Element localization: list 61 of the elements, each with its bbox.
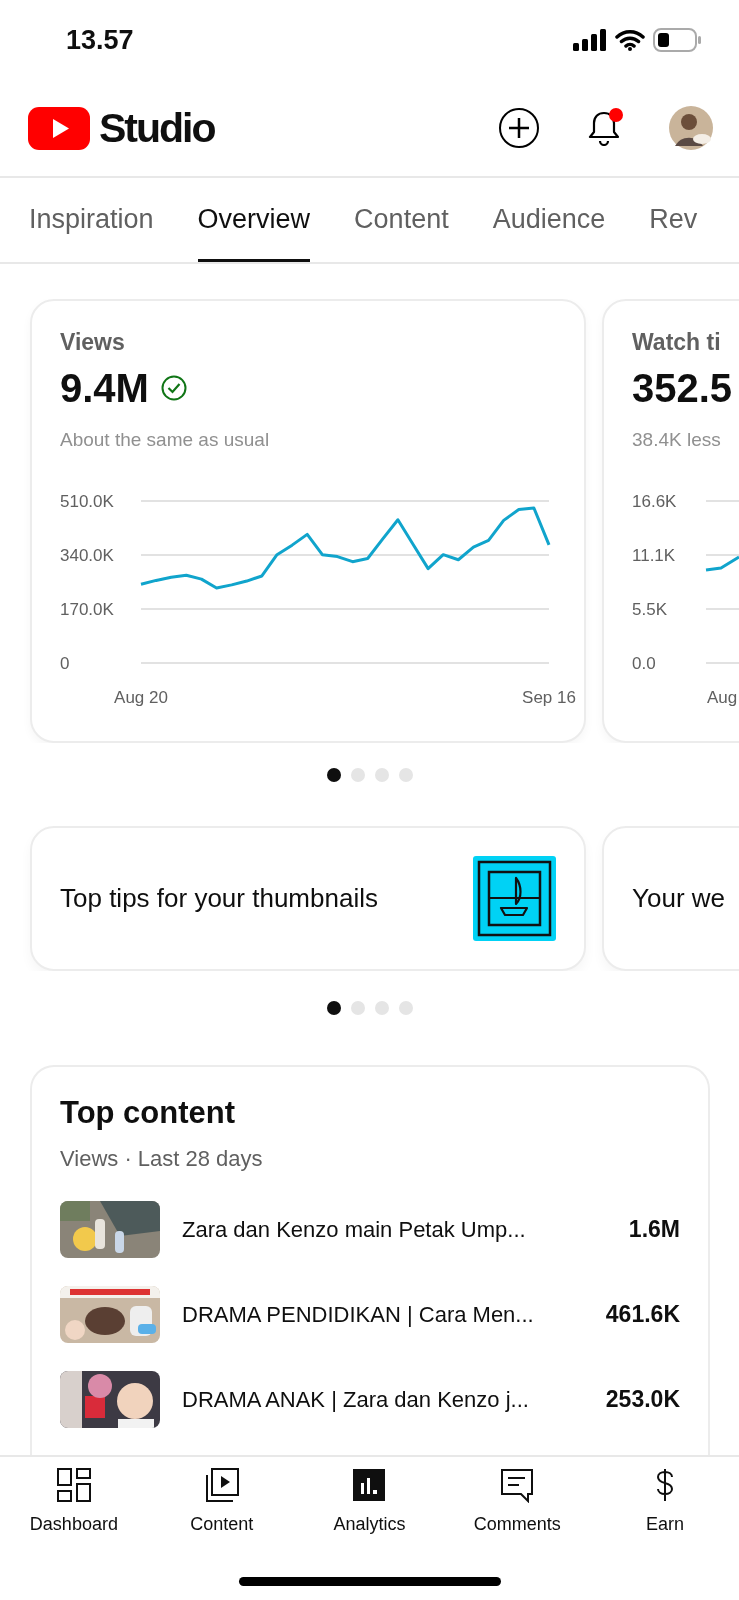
y-axis-label: 170.0K bbox=[60, 599, 114, 619]
tip-card[interactable]: Your we bbox=[602, 826, 739, 971]
dashboard-icon bbox=[55, 1467, 92, 1503]
create-button[interactable] bbox=[499, 108, 539, 148]
wifi-icon bbox=[615, 29, 645, 51]
nav-item[interactable]: Comments bbox=[443, 1467, 592, 1538]
status-time: 13.57 bbox=[66, 23, 134, 57]
y-axis-label: 0 bbox=[60, 653, 70, 673]
content-row[interactable]: Zara dan Kenzo main Petak Ump... 1.6M bbox=[60, 1201, 680, 1258]
metric-card[interactable]: Views 9.4M About the same as usual 510.0K 340.0K 170.0K 0 Aug 20 Sep 16 bbox=[30, 299, 586, 743]
plus-icon bbox=[507, 116, 531, 140]
metric-note: 38.4K less bbox=[632, 428, 721, 452]
section-subtitle: Views · Last 28 days bbox=[60, 1145, 263, 1173]
tip-card[interactable]: Top tips for your thumbnails bbox=[30, 826, 586, 971]
bar-chart-icon bbox=[351, 1467, 388, 1503]
section-title: Top content bbox=[60, 1097, 236, 1128]
tab[interactable]: Rev bbox=[649, 178, 698, 262]
view-count: 253.0K bbox=[605, 1385, 680, 1415]
nav-item[interactable]: Analytics bbox=[295, 1467, 444, 1538]
video-title: Zara dan Kenzo main Petak Ump... bbox=[182, 1216, 527, 1244]
y-axis-label: 510.0K bbox=[60, 491, 114, 511]
check-circle-icon bbox=[160, 375, 187, 401]
tab[interactable]: Audience bbox=[492, 178, 606, 262]
metric-title: Watch ti bbox=[632, 331, 721, 354]
y-axis-label: 340.0K bbox=[60, 545, 114, 565]
metric-note: About the same as usual bbox=[60, 428, 270, 452]
nav-item[interactable]: Dashboard bbox=[0, 1467, 148, 1538]
bell-icon bbox=[588, 110, 620, 146]
avatar[interactable] bbox=[669, 106, 713, 150]
app-title: Studio bbox=[99, 107, 215, 149]
x-axis-label: Aug 20 bbox=[114, 687, 168, 707]
x-axis-label: Sep 16 bbox=[522, 687, 576, 707]
tip-title: Top tips for your thumbnails bbox=[60, 882, 378, 915]
y-axis-label: 11.1K bbox=[632, 545, 676, 565]
metric-value: 9.4M bbox=[60, 368, 149, 408]
content-row[interactable]: DRAMA ANAK | Zara dan Kenzo j... 253.0K bbox=[60, 1371, 680, 1428]
sailboat-picture-icon bbox=[473, 856, 556, 941]
sparkline bbox=[705, 555, 739, 571]
metric-title: Views bbox=[60, 331, 125, 354]
battery-icon bbox=[653, 28, 701, 52]
signal-icon bbox=[573, 29, 607, 51]
nav-item[interactable]: Earn bbox=[591, 1467, 739, 1538]
video-title: DRAMA PENDIDIKAN | Cara Men... bbox=[182, 1301, 535, 1329]
metric-value: 352.5 bbox=[632, 368, 733, 408]
y-axis-label: 16.6K bbox=[632, 491, 677, 511]
y-axis-label: 0.0 bbox=[632, 653, 656, 673]
nav-item[interactable]: Content bbox=[147, 1467, 296, 1538]
content-row[interactable]: DRAMA PENDIDIKAN | Cara Men... 461.6K bbox=[60, 1286, 680, 1343]
video-title: DRAMA ANAK | Zara dan Kenzo j... bbox=[182, 1386, 530, 1414]
view-count: 1.6M bbox=[628, 1215, 680, 1245]
tab[interactable]: Content bbox=[354, 178, 449, 262]
play-logo-icon bbox=[28, 106, 90, 150]
tab[interactable]: Inspiration bbox=[29, 178, 154, 262]
tab[interactable]: Overview bbox=[197, 178, 311, 262]
play-stack-icon bbox=[203, 1467, 240, 1503]
x-axis-label: Aug bbox=[706, 687, 738, 707]
view-count: 461.6K bbox=[605, 1300, 680, 1330]
y-axis-label: 5.5K bbox=[632, 599, 667, 619]
tip-title: Your we bbox=[632, 882, 725, 915]
comment-icon bbox=[499, 1467, 536, 1503]
metric-card[interactable]: Watch ti 352.5 38.4K less 16.6K 11.1K 5.5K 0.0 Aug bbox=[602, 299, 739, 743]
